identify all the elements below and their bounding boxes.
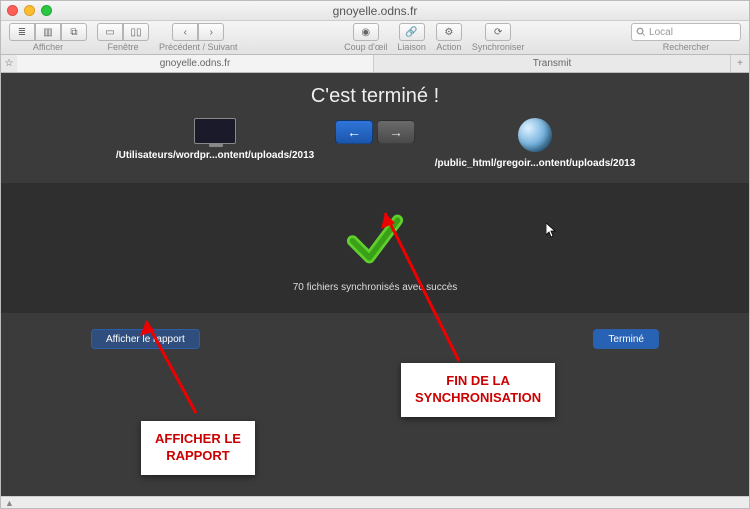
computer-icon <box>194 118 236 144</box>
search-icon <box>636 27 646 37</box>
favorites-icon[interactable]: ☆ <box>1 58 17 69</box>
local-path: /Utilisateurs/wordpr...ontent/uploads/20… <box>116 150 314 161</box>
heading: C'est terminé ! <box>1 73 749 114</box>
view-coverflow-button[interactable]: ⧉ <box>61 23 87 41</box>
view-group: ≣ ▥ ⧉ Afficher <box>9 23 87 52</box>
sync-group: ⟳ Synchroniser <box>472 23 525 52</box>
titlebar: gnoyelle.odns.fr <box>1 1 749 21</box>
local-column: /Utilisateurs/wordpr...ontent/uploads/20… <box>95 118 335 161</box>
remote-path: /public_html/gregoir...ontent/uploads/20… <box>435 158 636 169</box>
arrow-left-button[interactable]: ← <box>335 120 373 144</box>
view-column-button[interactable]: ▥ <box>35 23 61 41</box>
link-button[interactable]: 🔗 <box>399 23 425 41</box>
globe-icon <box>518 118 552 152</box>
action-button[interactable]: ⚙ <box>436 23 462 41</box>
annotation-finish: FIN DE LASYNCHRONISATION <box>401 363 555 417</box>
quicklook-group: ◉ Coup d'œil <box>344 23 387 52</box>
main-content: C'est terminé ! /Utilisateurs/wordpr...o… <box>1 73 749 496</box>
action-group: ⚙ Action <box>436 23 462 52</box>
annotation-report: AFFICHER LERAPPORT <box>141 421 255 475</box>
search-input[interactable]: Local <box>631 23 741 41</box>
direction-arrows: ← → <box>335 120 415 144</box>
remote-column: /public_html/gregoir...ontent/uploads/20… <box>415 118 655 169</box>
done-button[interactable]: Terminé <box>593 329 659 349</box>
cursor-icon <box>546 223 558 242</box>
tab-bar: ☆ gnoyelle.odns.fr Transmit + <box>1 55 749 73</box>
toolbar: ≣ ▥ ⧉ Afficher ▭ ▯▯ Fenêtre ‹ › Précéden… <box>1 21 749 55</box>
show-report-button[interactable]: Afficher le rapport <box>91 329 200 349</box>
back-button[interactable]: ‹ <box>172 23 198 41</box>
paths-row: /Utilisateurs/wordpr...ontent/uploads/20… <box>1 118 749 169</box>
link-group: 🔗 Liaison <box>397 23 426 52</box>
search-group: Local Rechercher <box>631 23 741 52</box>
app-window: gnoyelle.odns.fr ≣ ▥ ⧉ Afficher ▭ ▯▯ Fen… <box>0 0 750 509</box>
view-list-button[interactable]: ≣ <box>9 23 35 41</box>
single-pane-button[interactable]: ▭ <box>97 23 123 41</box>
new-tab-button[interactable]: + <box>731 58 749 69</box>
status-text: 70 fichiers synchronisés avec succès <box>293 282 458 293</box>
arrow-right-button[interactable]: → <box>377 120 415 144</box>
sync-button[interactable]: ⟳ <box>485 23 511 41</box>
dual-pane-button[interactable]: ▯▯ <box>123 23 149 41</box>
nav-group: ‹ › Précédent / Suivant <box>159 23 238 52</box>
window-title: gnoyelle.odns.fr <box>1 4 749 18</box>
tab-app[interactable]: Transmit <box>374 55 731 72</box>
forward-button[interactable]: › <box>198 23 224 41</box>
status-bar: ▲ <box>1 496 749 508</box>
quicklook-button[interactable]: ◉ <box>353 23 379 41</box>
button-row: Afficher le rapport Terminé <box>1 313 749 349</box>
window-group: ▭ ▯▯ Fenêtre <box>97 23 149 52</box>
status-band: 70 fichiers synchronisés avec succès <box>1 183 749 313</box>
tab-host[interactable]: gnoyelle.odns.fr <box>17 55 374 72</box>
checkmark-icon <box>345 209 405 272</box>
